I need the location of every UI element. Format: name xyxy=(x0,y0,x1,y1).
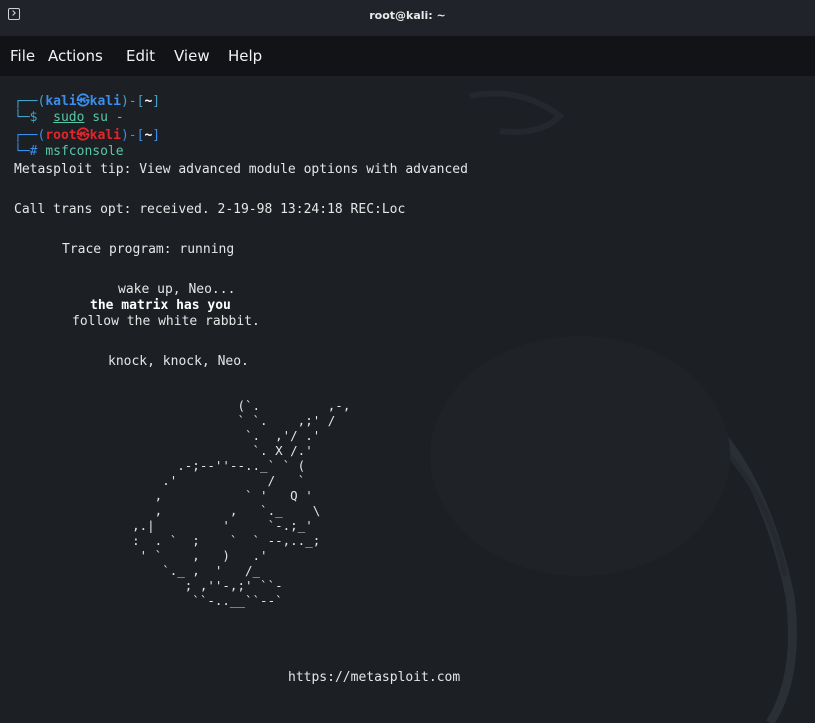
root-prompt-at: ㉿ xyxy=(76,128,90,143)
metasploit-url[interactable]: https://metasploit.com xyxy=(288,670,460,686)
root-prompt-host: kali xyxy=(89,128,121,143)
command-line-msfconsole: └─# msfconsole xyxy=(14,144,124,160)
menu-view[interactable]: View xyxy=(174,47,210,65)
prompt-line-root: ┌──(root㉿kali)-[~] xyxy=(14,128,160,144)
root-prompt-end: ] xyxy=(152,128,161,143)
knock-line: knock, knock, Neo. xyxy=(108,354,249,369)
terminal-window: root@kali: ~ File Actions Edit View Help… xyxy=(0,0,815,723)
menu-edit[interactable]: Edit xyxy=(126,47,155,65)
command-line-sudo: └─$ sudo su - xyxy=(14,110,124,126)
wake-up-line: wake up, Neo... xyxy=(118,282,236,297)
command-msfconsole: msfconsole xyxy=(45,144,124,159)
follow-line: follow the white rabbit. xyxy=(72,314,260,329)
window-title: root@kali: ~ xyxy=(369,9,446,22)
menu-file[interactable]: File xyxy=(10,47,35,65)
menu-help[interactable]: Help xyxy=(228,47,262,65)
root-prompt-close: )-[ xyxy=(120,128,145,143)
trace-line: Trace program: running xyxy=(62,242,235,257)
prompt-marker: └─$ xyxy=(14,110,38,125)
root-prompt-user: root xyxy=(45,128,77,143)
root-prompt-open: ┌──( xyxy=(14,128,46,143)
prompt-host: kali xyxy=(89,94,121,109)
command-sudo: sudo xyxy=(53,110,85,125)
prompt-line-user: ┌──(kali㉿kali)-[~] xyxy=(14,94,160,110)
prompt-user: kali xyxy=(45,94,77,109)
menu-actions[interactable]: Actions xyxy=(48,47,103,65)
prompt-end: ] xyxy=(152,94,161,109)
command-args: su - xyxy=(84,110,124,125)
prompt-at: ㉿ xyxy=(76,94,90,109)
terminal-output[interactable]: ┌──(kali㉿kali)-[~] └─$ sudo su - ┌──(roo… xyxy=(0,76,815,723)
rabbit-ascii-art: (`. ,-, ` `. ,;' / `. ,'/ .' `. X /.' .-… xyxy=(132,398,351,608)
matrix-line: the matrix has you xyxy=(90,298,231,313)
prompt-close: )-[ xyxy=(120,94,145,109)
root-prompt-marker: └─# xyxy=(14,144,38,159)
call-trans-line: Call trans opt: received. 2-19-98 13:24:… xyxy=(14,202,406,217)
title-bar[interactable]: root@kali: ~ xyxy=(0,0,815,36)
prompt-open: ┌──( xyxy=(14,94,46,109)
menu-bar: File Actions Edit View Help xyxy=(0,36,815,76)
metasploit-tip: Metasploit tip: View advanced module opt… xyxy=(14,162,468,177)
